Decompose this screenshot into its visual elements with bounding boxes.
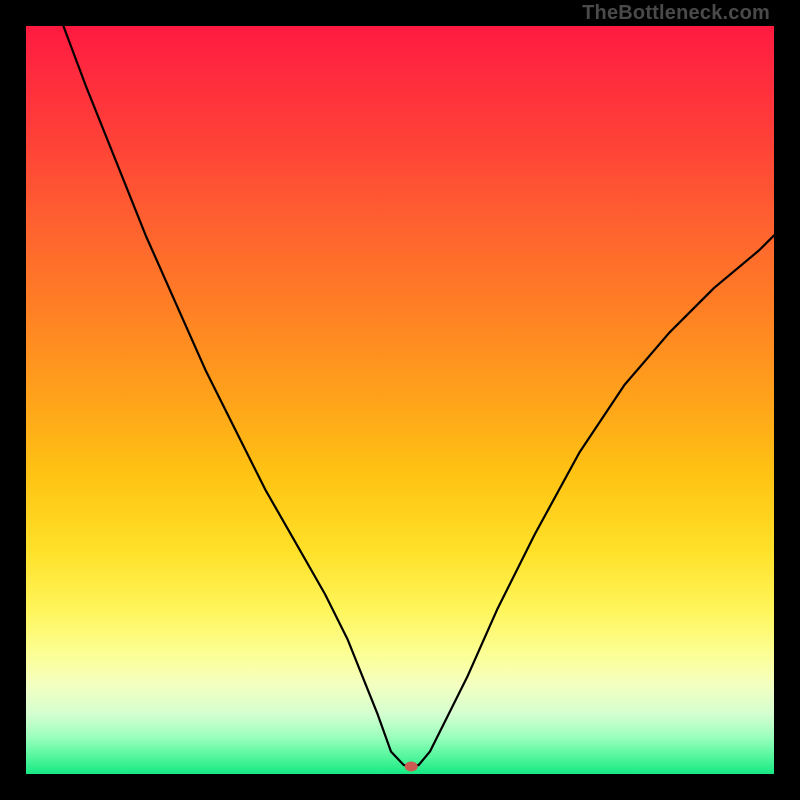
curve-svg: [26, 26, 774, 774]
bottleneck-curve: [63, 26, 774, 767]
plot-area: [26, 26, 774, 774]
optimum-marker: [405, 762, 418, 772]
watermark-text: TheBottleneck.com: [582, 2, 770, 25]
chart-frame: TheBottleneck.com: [0, 0, 800, 800]
